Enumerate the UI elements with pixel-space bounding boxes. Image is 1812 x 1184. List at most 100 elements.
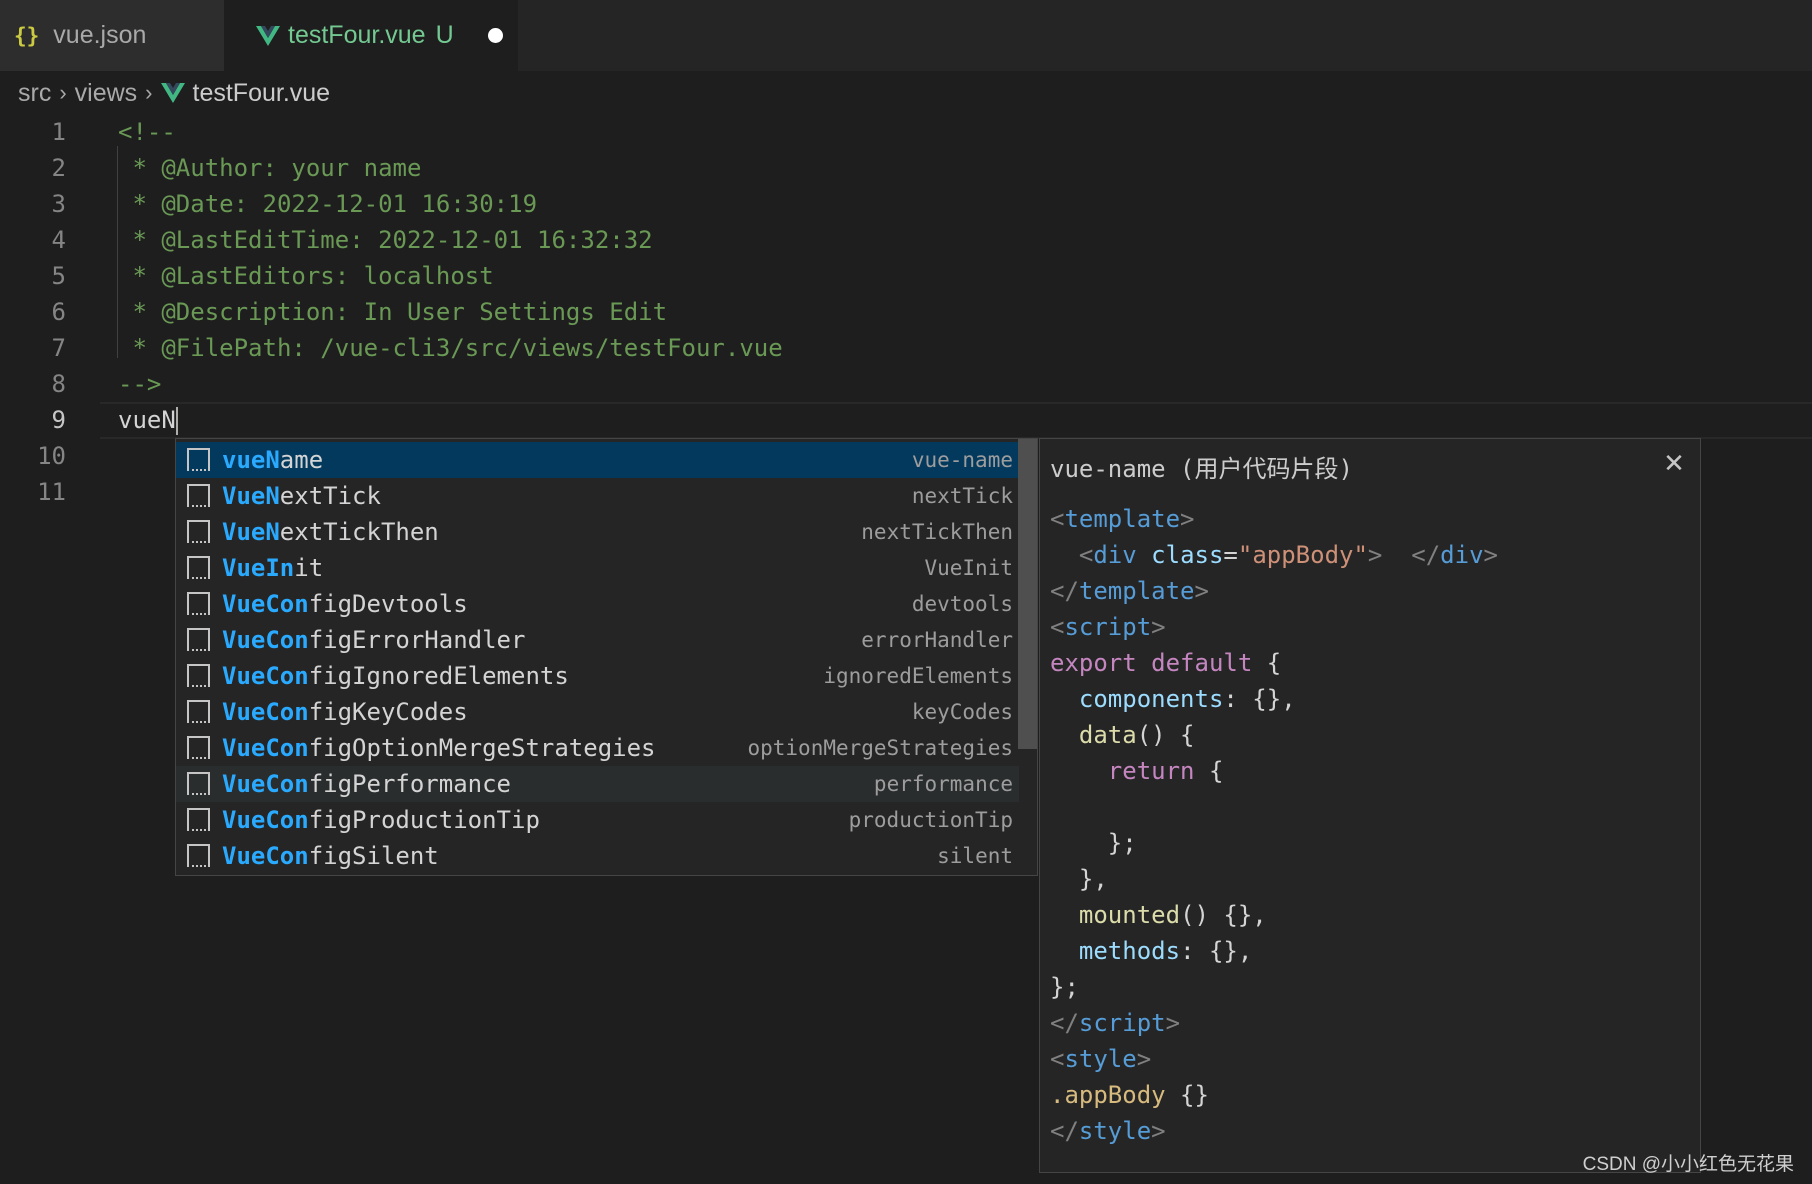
line-number: 11 [37, 478, 66, 506]
suggest-scrollbar[interactable] [1018, 439, 1037, 749]
suggestion-label: vueName [222, 446, 324, 474]
modified-status-badge: U [435, 21, 454, 49]
suggestion-label: VueConfigOptionMergeStrategies [222, 734, 656, 762]
line-number: 6 [51, 298, 66, 326]
suggestion-detail: keyCodes [911, 700, 1013, 724]
snippet-code-line: <template> [1050, 505, 1195, 533]
snippet-icon [187, 700, 210, 723]
line-number: 4 [51, 226, 66, 254]
code-line[interactable]: 4 * @LastEditTime: 2022-12-01 16:32:32 [0, 222, 1812, 258]
tab-vue-json[interactable]: {} vue.json [0, 0, 224, 71]
suggestion-label: VueConfigIgnoredElements [222, 662, 569, 690]
suggestion-detail: productionTip [848, 808, 1013, 832]
line-text: * @LastEditors: localhost [118, 262, 494, 290]
tab-testfour-vue[interactable]: testFour.vue U [224, 0, 518, 71]
tab-label: vue.json [53, 21, 147, 49]
snippet-code-line: </script> [1050, 1009, 1181, 1037]
snippet-code-line: export default { [1050, 649, 1282, 677]
snippet-icon [187, 844, 210, 867]
suggestion-item[interactable]: vueName vue-name [176, 442, 1019, 478]
snippet-code-line: methods: {}, [1078, 937, 1253, 965]
snippet-code-line: }, [1050, 865, 1108, 893]
suggestion-item[interactable]: VueNextTick nextTick [176, 478, 1019, 514]
suggestion-item[interactable]: VueConfigIgnoredElements ignoredElements [176, 658, 1019, 694]
snippet-code-line: mounted() {}, [1078, 901, 1267, 929]
unsaved-dot-icon[interactable] [487, 28, 503, 43]
snippet-code-line: .appBody {} [1050, 1081, 1209, 1109]
snippet-code-line: return { [1107, 757, 1224, 785]
line-text: vueN [118, 402, 178, 438]
line-text: * @Description: In User Settings Edit [118, 298, 668, 326]
suggestion-detail: vue-name [911, 448, 1013, 472]
line-number: 7 [51, 334, 66, 362]
code-line[interactable]: 7 * @FilePath: /vue-cli3/src/views/testF… [0, 330, 1812, 366]
suggestion-item[interactable]: VueConfigSilent silent [176, 838, 1019, 874]
suggestion-label: VueConfigPerformance [222, 770, 511, 798]
snippet-icon [187, 772, 210, 795]
line-number: 10 [37, 442, 66, 470]
suggestion-detail: errorHandler [861, 628, 1013, 652]
suggestion-detail: VueInit [924, 556, 1013, 580]
snippet-code-line: }; [1050, 973, 1079, 1001]
details-title: vue-name (用户代码片段) [1050, 455, 1353, 483]
suggestion-label: VueInit [222, 554, 324, 582]
line-text: <!-- [118, 118, 176, 146]
suggestion-detail: nextTickThen [861, 520, 1013, 544]
tab-bar: {} vue.json testFour.vue U [0, 0, 1812, 71]
snippet-code-line: </style> [1050, 1117, 1166, 1145]
suggestion-label: VueConfigProductionTip [222, 806, 540, 834]
line-text: * @Author: your name [118, 154, 422, 182]
suggestion-item[interactable]: VueNextTickThen nextTickThen [176, 514, 1019, 550]
line-text: * @Date: 2022-12-01 16:30:19 [118, 190, 538, 218]
code-line[interactable]: 1 <!-- [0, 114, 1812, 150]
chevron-right-icon: › [59, 80, 67, 105]
code-line[interactable]: 8 --> [0, 366, 1812, 402]
tab-label: testFour.vue [288, 21, 426, 49]
snippet-code-line: data() { [1078, 721, 1195, 749]
suggestion-label: VueConfigSilent [222, 842, 439, 870]
suggestion-label: VueConfigDevtools [222, 590, 468, 618]
suggestion-label: VueNextTick [222, 482, 381, 510]
suggestion-label: VueConfigKeyCodes [222, 698, 468, 726]
suggestion-item[interactable]: VueConfigProductionTip productionTip [176, 802, 1019, 838]
chevron-right-icon: › [145, 80, 153, 105]
code-line[interactable]: 2 * @Author: your name [0, 150, 1812, 186]
snippet-icon [187, 628, 210, 651]
watermark: CSDN @小小红色无花果 [1582, 1154, 1794, 1175]
close-icon[interactable]: ✕ [1660, 449, 1688, 477]
snippet-icon [187, 556, 210, 579]
code-line[interactable]: 3 * @Date: 2022-12-01 16:30:19 [0, 186, 1812, 222]
typed-text: vueN [118, 406, 176, 434]
suggestion-item[interactable]: VueConfigKeyCodes keyCodes [176, 694, 1019, 730]
text-cursor [175, 407, 178, 435]
line-number: 9 [51, 406, 66, 434]
snippet-icon [187, 448, 210, 471]
vue-file-icon [160, 83, 185, 103]
suggestion-item[interactable]: VueConfigErrorHandler errorHandler [176, 622, 1019, 658]
snippet-icon [187, 592, 210, 615]
suggestion-item[interactable]: VueInit VueInit [176, 550, 1019, 586]
suggestion-detail: devtools [911, 592, 1013, 616]
suggest-details-panel: vue-name (用户代码片段) ✕ <template> <div clas… [1039, 438, 1701, 1173]
snippet-icon [187, 484, 210, 507]
breadcrumb-item-views[interactable]: views [75, 79, 138, 108]
breadcrumb: src › views › testFour.vue [18, 74, 330, 112]
suggestion-item[interactable]: VueConfigPerformance performance [176, 766, 1019, 802]
code-line[interactable]: 6 * @Description: In User Settings Edit [0, 294, 1812, 330]
breadcrumb-item-src[interactable]: src [18, 79, 51, 108]
line-number: 8 [51, 370, 66, 398]
suggestion-detail: nextTick [911, 484, 1013, 508]
line-text: * @FilePath: /vue-cli3/src/views/testFou… [118, 334, 783, 362]
code-line-current[interactable]: 9 vueN [0, 402, 1812, 438]
suggest-widget[interactable]: vueName vue-name VueNextTick nextTick VueN… [175, 438, 1038, 876]
suggestion-detail: optionMergeStrategies [747, 736, 1013, 760]
suggestion-label: VueConfigErrorHandler [222, 626, 526, 654]
snippet-code-line: <div class="appBody"> </div> [1050, 541, 1498, 569]
snippet-code-line: </template> [1050, 577, 1209, 605]
suggestion-item[interactable]: VueConfigOptionMergeStrategies optionMerg… [176, 730, 1019, 766]
breadcrumb-file-label: testFour.vue [192, 78, 331, 107]
breadcrumb-item-file[interactable]: testFour.vue [160, 78, 331, 108]
suggestion-item[interactable]: VueConfigDevtools devtools [176, 586, 1019, 622]
snippet-code-line: <script> [1050, 613, 1166, 641]
code-line[interactable]: 5 * @LastEditors: localhost [0, 258, 1812, 294]
